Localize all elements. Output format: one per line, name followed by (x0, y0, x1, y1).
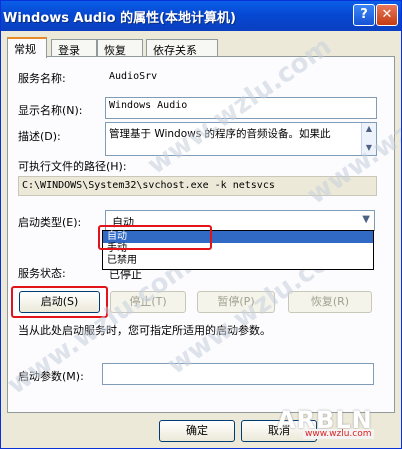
display-name-field[interactable]: Windows Audio (105, 97, 377, 119)
close-button[interactable]: ✕ (376, 4, 398, 26)
highlight-start-button (11, 286, 108, 318)
tab-logon[interactable]: 登录 (51, 39, 97, 57)
scroll-up-icon[interactable]: ▲ (362, 124, 376, 133)
title-bar[interactable]: Windows Audio 的属性(本地计算机) ? ✕ (1, 1, 401, 31)
help-button[interactable]: ? (353, 4, 375, 26)
scroll-down-icon[interactable]: ▼ (362, 143, 376, 152)
pause-button[interactable]: 暂停(P) (197, 291, 275, 313)
description-field[interactable]: 管理基于 Windows 的程序的音频设备。如果此 ▲ ▼ (105, 122, 377, 156)
tab-recovery[interactable]: 恢复 (97, 39, 143, 57)
start-params-input[interactable] (102, 363, 374, 385)
resume-button[interactable]: 恢复(R) (288, 291, 372, 313)
startup-type-label: 启动类型(E): (18, 216, 82, 229)
service-name-label: 服务名称: (18, 72, 66, 85)
window-title: Windows Audio 的属性(本地计算机) (3, 11, 236, 26)
service-status-label: 服务状态: (18, 267, 66, 280)
description-scrollbar[interactable]: ▲ ▼ (361, 123, 376, 155)
description-label: 描述(D): (18, 130, 61, 143)
exe-path-label: 可执行文件的路径(H): (18, 160, 127, 173)
properties-dialog: Windows Audio 的属性(本地计算机) ? ✕ 常规 登录 恢复 依存… (0, 0, 402, 449)
highlight-auto-option (98, 225, 212, 250)
display-name-label: 显示名称(N): (18, 104, 83, 117)
stop-button[interactable]: 停止(T) (110, 291, 186, 313)
tab-dependencies[interactable]: 依存关系 (146, 39, 218, 57)
start-params-hint: 当从此处启动服务时，您可指定所适用的启动参数。 (18, 324, 271, 337)
chevron-down-icon[interactable]: ▼ (362, 214, 370, 225)
startup-option-disabled[interactable]: 已禁用 (103, 255, 373, 267)
display-name-value: Windows Audio (109, 100, 188, 111)
description-value: 管理基于 Windows 的程序的音频设备。如果此 (109, 128, 331, 140)
exe-path-field: C:\WINDOWS\System32\svchost.exe -k netsv… (18, 176, 377, 196)
service-name-value: AudioSrv (109, 71, 158, 82)
start-params-label: 启动参数(M): (18, 370, 84, 383)
watermark-site: www.wzlu.com (303, 429, 374, 439)
tab-general[interactable]: 常规 (7, 37, 47, 58)
ok-button[interactable]: 确定 (159, 420, 235, 442)
exe-path-value: C:\WINDOWS\System32\svchost.exe -k netsv… (22, 180, 275, 191)
